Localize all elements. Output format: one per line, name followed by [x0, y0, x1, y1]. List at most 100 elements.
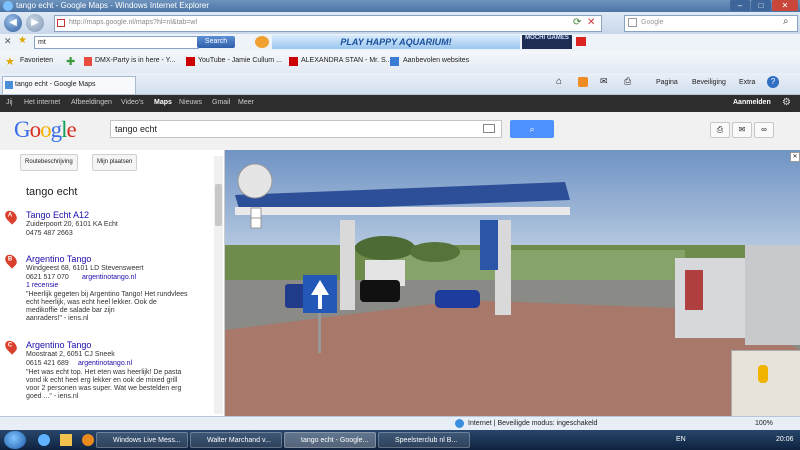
game-banner[interactable]: PLAY HAPPY AQUARIUM! — [272, 35, 520, 49]
result-review: echt heerlijk, was echt heel lekker. Ook… — [26, 299, 157, 306]
task-speelsterclub[interactable]: Speelsterclub nl B... — [378, 432, 470, 448]
favorite-item-4[interactable]: Aanbevolen websites — [403, 57, 469, 64]
result-reviews-link[interactable]: 1 recensie — [26, 282, 58, 289]
youtube-icon — [289, 57, 298, 66]
zoom-in-button[interactable] — [250, 207, 262, 219]
gear-icon[interactable]: ⚙ — [782, 97, 791, 108]
tab-google-maps[interactable]: tango echt - Google Maps — [2, 76, 136, 94]
page-menu[interactable]: Pagina — [656, 79, 678, 86]
street-view-image[interactable] — [225, 150, 800, 416]
gbar-item-images[interactable]: Afbeeldingen — [71, 99, 112, 106]
folder-icon[interactable] — [60, 434, 72, 446]
close-button[interactable]: ✕ — [772, 0, 798, 11]
google-logo[interactable]: Google — [14, 117, 77, 143]
result-item[interactable]: B Argentino Tango Windgeest 68, 6101 LD … — [2, 252, 214, 334]
keyboard-icon[interactable] — [483, 124, 495, 133]
favorites-star-icon[interactable]: ★ — [5, 55, 15, 68]
result-link[interactable]: argentinotango.nl — [82, 274, 136, 281]
toolbar-search-button[interactable]: Search — [197, 36, 235, 48]
safety-menu[interactable]: Beveiliging — [692, 79, 726, 86]
home-icon[interactable]: ⌂ — [556, 76, 562, 87]
address-row: ◀ ▶ http://maps.google.nl/maps?hl=nl&tab… — [0, 12, 800, 34]
street-view[interactable]: ✕ — [225, 150, 800, 416]
close-toolbar-icon[interactable]: ✕ — [4, 36, 12, 47]
clock[interactable]: 20:06 — [776, 436, 794, 443]
favorite-item-3[interactable]: ALEXANDRA STAN - Mr. S... — [301, 57, 392, 64]
globe-icon — [455, 419, 464, 428]
window-title: tango echt - Google Maps - Windows Inter… — [16, 1, 209, 10]
my-places-button[interactable]: Mijn plaatsen — [92, 154, 138, 171]
zoom-out-button[interactable] — [250, 217, 262, 229]
address-field[interactable]: http://maps.google.nl/maps?hl=nl&tab=wl … — [54, 15, 602, 32]
result-link[interactable]: argentinotango.nl — [78, 360, 132, 367]
tab-title: tango echt - Google Maps — [15, 81, 96, 88]
mail-icon[interactable]: ✉ — [600, 76, 608, 87]
print-button[interactable]: ⎙ — [710, 122, 730, 138]
gbar-item-gmail[interactable]: Gmail — [212, 99, 230, 106]
gbar-item-maps[interactable]: Maps — [154, 99, 172, 106]
close-street-view-icon[interactable]: ✕ — [790, 152, 800, 162]
rss-icon[interactable] — [578, 77, 588, 87]
youtube-icon — [186, 57, 195, 66]
scrollbar-thumb[interactable] — [215, 184, 222, 226]
gbar-item-you[interactable]: Jij — [6, 99, 13, 106]
google-header: Google tango echt ⌕ ⎙ ✉ ∞ — [0, 112, 800, 151]
print-icon[interactable]: ⎙ — [624, 76, 631, 87]
language-indicator[interactable]: EN — [676, 436, 686, 443]
zoom-level[interactable]: 100% — [755, 420, 773, 427]
stop-icon[interactable]: ✕ — [587, 17, 595, 28]
task-walter[interactable]: Walter Marchand v... — [190, 432, 282, 448]
extra-menu[interactable]: Extra — [739, 79, 755, 86]
result-title[interactable]: Argentino Tango — [26, 340, 91, 350]
result-item[interactable]: C Argentino Tango Moostraat 2, 6051 CJ S… — [2, 338, 214, 415]
maximize-button[interactable]: □ — [751, 0, 771, 11]
ie-icon[interactable] — [38, 434, 50, 446]
search-box[interactable]: Google ⌕ — [624, 15, 798, 32]
task-messenger[interactable]: Windows Live Mess... — [96, 432, 188, 448]
marker-a-icon: A — [2, 208, 20, 225]
mochi-logo[interactable]: MOCHI GAMES — [522, 35, 572, 49]
ie-icon — [3, 1, 13, 11]
forward-button[interactable]: ▶ — [26, 14, 44, 32]
pan-control[interactable] — [237, 163, 273, 199]
favorite-item-1[interactable]: DMX-Party is in here - Y... — [95, 57, 175, 64]
result-item[interactable]: A Tango Echt A12 Zuiderpoort 20, 6101 KA… — [2, 208, 214, 250]
flag-icon[interactable] — [576, 37, 586, 46]
result-address: Zuiderpoort 20, 6101 KA Echt — [26, 221, 118, 228]
gbar-item-more[interactable]: Meer — [238, 99, 254, 106]
marker-c-icon: C — [2, 338, 20, 355]
taskbar: Windows Live Mess... Walter Marchand v..… — [0, 430, 800, 450]
gbar-item-videos[interactable]: Video's — [121, 99, 144, 106]
results-panel: Routebeschrijving Mijn plaatsen tango ec… — [0, 150, 225, 416]
gbar-item-news[interactable]: Nieuws — [179, 99, 202, 106]
toolbar-search-input[interactable]: mt — [34, 36, 199, 49]
search-placeholder: Google — [641, 19, 664, 26]
star-icon[interactable]: ★ — [18, 35, 27, 46]
link-button[interactable]: ∞ — [754, 122, 774, 138]
result-title[interactable]: Tango Echt A12 — [26, 210, 89, 220]
back-button[interactable]: ◀ — [4, 14, 22, 32]
help-icon[interactable]: ? — [767, 76, 779, 88]
maps-search-input[interactable]: tango echt — [110, 120, 502, 138]
gbar-item-web[interactable]: Het internet — [24, 99, 60, 106]
route-button[interactable]: Routebeschrijving — [20, 154, 78, 171]
signin-link[interactable]: Aanmelden — [733, 99, 771, 106]
start-button[interactable] — [4, 431, 26, 449]
email-button[interactable]: ✉ — [732, 122, 752, 138]
add-favorite-icon[interactable]: ✚ — [66, 55, 75, 68]
game-icon[interactable] — [255, 36, 269, 48]
maps-search-button[interactable]: ⌕ — [510, 120, 554, 138]
task-google-maps[interactable]: tango echt - Google... — [284, 432, 376, 448]
media-icon[interactable] — [82, 434, 94, 446]
minimize-button[interactable]: – — [730, 0, 750, 11]
favorites-label[interactable]: Favorieten — [20, 57, 53, 64]
street-view-minimap[interactable] — [731, 350, 800, 416]
security-zone[interactable]: Internet | Beveiligde modus: ingeschakel… — [468, 420, 597, 427]
refresh-icon[interactable]: ⟳ — [573, 17, 581, 28]
pegman-icon[interactable] — [758, 365, 768, 383]
search-icon[interactable]: ⌕ — [783, 16, 789, 27]
result-title[interactable]: Argentino Tango — [26, 254, 91, 264]
results-scrollbar[interactable] — [214, 156, 223, 414]
favorite-item-2[interactable]: YouTube - Jamie Cullum ... — [198, 57, 282, 64]
result-review: goed ..." - iens.nl — [26, 393, 79, 400]
